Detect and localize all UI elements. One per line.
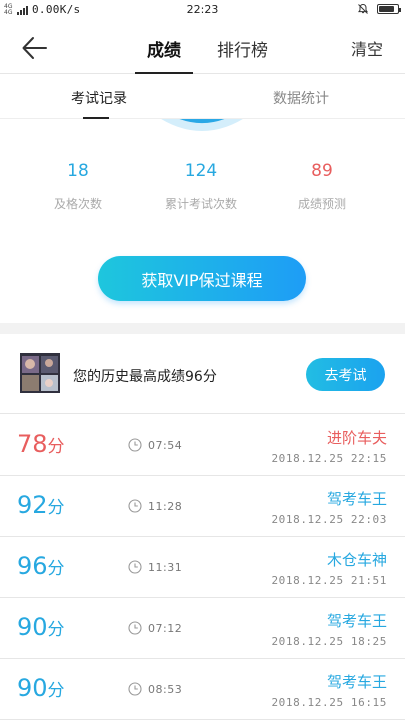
stat-value: 124 xyxy=(184,161,218,181)
clear-button[interactable]: 清空 xyxy=(351,36,383,60)
record-date: 2018.12.25 16:15 xyxy=(271,696,387,709)
record-duration: 07:54 xyxy=(128,438,182,452)
stat-total-exams: 124 累计考试次数 xyxy=(131,160,271,212)
record-rank-title: 进阶车夫 xyxy=(326,429,387,447)
record-score-unit: 分 xyxy=(47,437,65,457)
record-duration: 07:12 xyxy=(128,621,182,635)
score-gauge-arc xyxy=(0,119,405,139)
stat-pass-count: 18 及格次数 xyxy=(8,160,148,212)
record-score: 78分 xyxy=(17,429,65,462)
record-score-unit: 分 xyxy=(47,620,65,640)
record-score-value: 92 xyxy=(17,491,48,519)
exam-record-row[interactable]: 96分 11:31 木仓车神 2018.12.25 21:51 xyxy=(0,537,405,598)
subtab-exam-records[interactable]: 考试记录 xyxy=(71,88,127,119)
stat-label: 成绩预测 xyxy=(297,197,346,211)
tab-leaderboard[interactable]: 排行榜 xyxy=(217,36,268,74)
back-arrow-icon xyxy=(22,37,47,59)
subtab-data-stats[interactable]: 数据统计 xyxy=(273,88,329,119)
record-date: 2018.12.25 22:15 xyxy=(271,452,387,465)
record-rank-title: 驾考车王 xyxy=(326,612,387,630)
record-duration-text: 07:12 xyxy=(148,621,183,635)
record-score: 92分 xyxy=(17,490,65,523)
section-divider xyxy=(0,323,405,334)
top-nav: 成绩 排行榜 清空 xyxy=(0,22,405,74)
bell-muted-icon xyxy=(358,3,368,14)
battery-icon xyxy=(377,4,401,14)
record-rank-title: 驾考车王 xyxy=(326,673,387,691)
stat-label: 累计考试次数 xyxy=(164,197,237,211)
avatar xyxy=(20,353,60,393)
record-duration-text: 11:28 xyxy=(148,499,183,513)
clock-icon xyxy=(128,499,142,513)
sub-tabs: 考试记录 数据统计 xyxy=(0,75,405,119)
status-time: 22:23 xyxy=(186,3,219,16)
record-score: 96分 xyxy=(17,551,65,584)
clock-icon xyxy=(128,621,142,635)
status-right xyxy=(357,3,401,15)
record-score: 90分 xyxy=(17,612,65,645)
record-duration-text: 08:53 xyxy=(148,682,183,696)
clock-icon xyxy=(128,682,142,696)
take-exam-button[interactable]: 去考试 xyxy=(306,358,385,391)
record-score-value: 78 xyxy=(17,430,48,458)
record-score-value: 90 xyxy=(17,674,48,702)
record-score-value: 90 xyxy=(17,613,48,641)
record-duration: 08:53 xyxy=(128,682,182,696)
record-rank-title: 驾考车王 xyxy=(326,490,387,508)
exam-record-row[interactable]: 92分 11:28 驾考车王 2018.12.25 22:03 xyxy=(0,476,405,537)
stat-value: 89 xyxy=(311,161,333,181)
record-duration-text: 11:31 xyxy=(148,560,183,574)
stat-value: 18 xyxy=(67,161,89,181)
record-date: 2018.12.25 21:51 xyxy=(271,574,387,587)
exam-record-row[interactable]: 90分 08:53 驾考车王 2018.12.25 16:15 xyxy=(0,659,405,720)
clock-icon xyxy=(128,560,142,574)
record-duration: 11:31 xyxy=(128,560,182,574)
status-bar: 4G 4G 0.00K/s 22:23 xyxy=(0,0,405,22)
record-duration-text: 07:54 xyxy=(148,438,183,452)
best-score-text: 您的历史最高成绩96分 xyxy=(73,369,217,385)
record-duration: 11:28 xyxy=(128,499,182,513)
record-score-unit: 分 xyxy=(47,559,65,579)
record-score-unit: 分 xyxy=(47,498,65,518)
record-score-value: 96 xyxy=(17,552,48,580)
stat-label: 及格次数 xyxy=(53,197,102,211)
best-score-row: 您的历史最高成绩96分 去考试 xyxy=(0,334,405,414)
record-score: 90分 xyxy=(17,673,65,706)
stat-score-prediction: 89 成绩预测 xyxy=(252,160,392,212)
back-button[interactable] xyxy=(20,34,50,62)
clock-icon xyxy=(128,438,142,452)
exam-record-row[interactable]: 78分 07:54 进阶车夫 2018.12.25 22:15 xyxy=(0,415,405,476)
exam-record-row[interactable]: 90分 07:12 驾考车王 2018.12.25 18:25 xyxy=(0,598,405,659)
record-date: 2018.12.25 22:03 xyxy=(271,513,387,526)
vip-course-button[interactable]: 获取VIP保过课程 xyxy=(98,256,306,301)
tab-scores[interactable]: 成绩 xyxy=(135,36,193,74)
record-date: 2018.12.25 18:25 xyxy=(271,635,387,648)
record-score-unit: 分 xyxy=(47,681,65,701)
record-rank-title: 木仓车神 xyxy=(326,551,387,569)
